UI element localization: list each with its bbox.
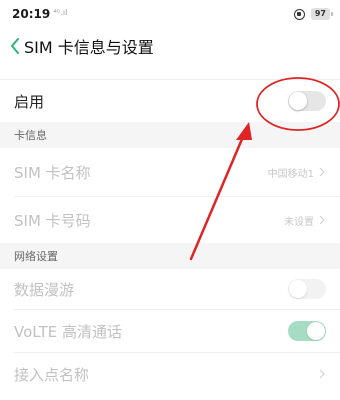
sim-name-value-wrap: 中国移动1 bbox=[268, 165, 326, 180]
enable-row[interactable]: 启用 bbox=[0, 80, 340, 122]
chevron-right-icon bbox=[319, 369, 325, 379]
sim-settings-screen: 20:19 ⁴ᴳ.ıl 97 SIM 卡信息与设置 启用 卡信息 SIM 卡名称… bbox=[0, 0, 340, 400]
roaming-label: 数据漫游 bbox=[14, 280, 75, 299]
lock-rotation-icon bbox=[293, 8, 305, 20]
status-right: 97 bbox=[293, 8, 334, 20]
apn-value-wrap bbox=[318, 369, 326, 379]
section-card-info: 卡信息 bbox=[0, 122, 340, 148]
chevron-right-icon bbox=[319, 215, 325, 225]
section-network: 网络设置 bbox=[0, 243, 340, 269]
apn-row[interactable]: 接入点名称 bbox=[0, 353, 340, 395]
toggle-knob bbox=[289, 280, 307, 298]
volte-row[interactable]: VoLTE 高清通话 bbox=[0, 310, 340, 352]
battery-icon: 97 bbox=[310, 8, 334, 20]
header-gap bbox=[0, 64, 340, 80]
title-bar: SIM 卡信息与设置 bbox=[0, 28, 340, 64]
sim-number-label: SIM 卡号码 bbox=[14, 211, 91, 230]
sim-name-row[interactable]: SIM 卡名称 中国移动1 bbox=[0, 148, 340, 196]
back-arrow-icon[interactable] bbox=[8, 36, 22, 56]
sim-name-label: SIM 卡名称 bbox=[14, 163, 91, 182]
section-card-info-label: 卡信息 bbox=[14, 129, 47, 142]
page-title: SIM 卡信息与设置 bbox=[24, 38, 154, 57]
section-network-label: 网络设置 bbox=[14, 250, 58, 263]
status-time: 20:19 bbox=[12, 7, 51, 21]
sim-name-value: 中国移动1 bbox=[267, 168, 314, 180]
apn-label: 接入点名称 bbox=[14, 365, 90, 384]
enable-label: 启用 bbox=[14, 92, 45, 111]
roaming-toggle[interactable] bbox=[288, 279, 326, 299]
sim-number-row[interactable]: SIM 卡号码 未设置 bbox=[0, 197, 340, 243]
volte-toggle[interactable] bbox=[288, 321, 326, 341]
sim-number-value-wrap: 未设置 bbox=[284, 213, 326, 228]
chevron-right-icon bbox=[319, 167, 325, 177]
volte-label: VoLTE 高清通话 bbox=[14, 322, 122, 341]
signal-icon: ⁴ᴳ.ıl bbox=[53, 7, 68, 17]
toggle-knob bbox=[289, 92, 307, 110]
enable-toggle[interactable] bbox=[288, 91, 326, 111]
sim-number-value: 未设置 bbox=[284, 216, 314, 228]
roaming-row[interactable]: 数据漫游 bbox=[0, 269, 340, 309]
status-bar: 20:19 ⁴ᴳ.ıl 97 bbox=[0, 0, 340, 28]
toggle-knob bbox=[307, 322, 325, 340]
